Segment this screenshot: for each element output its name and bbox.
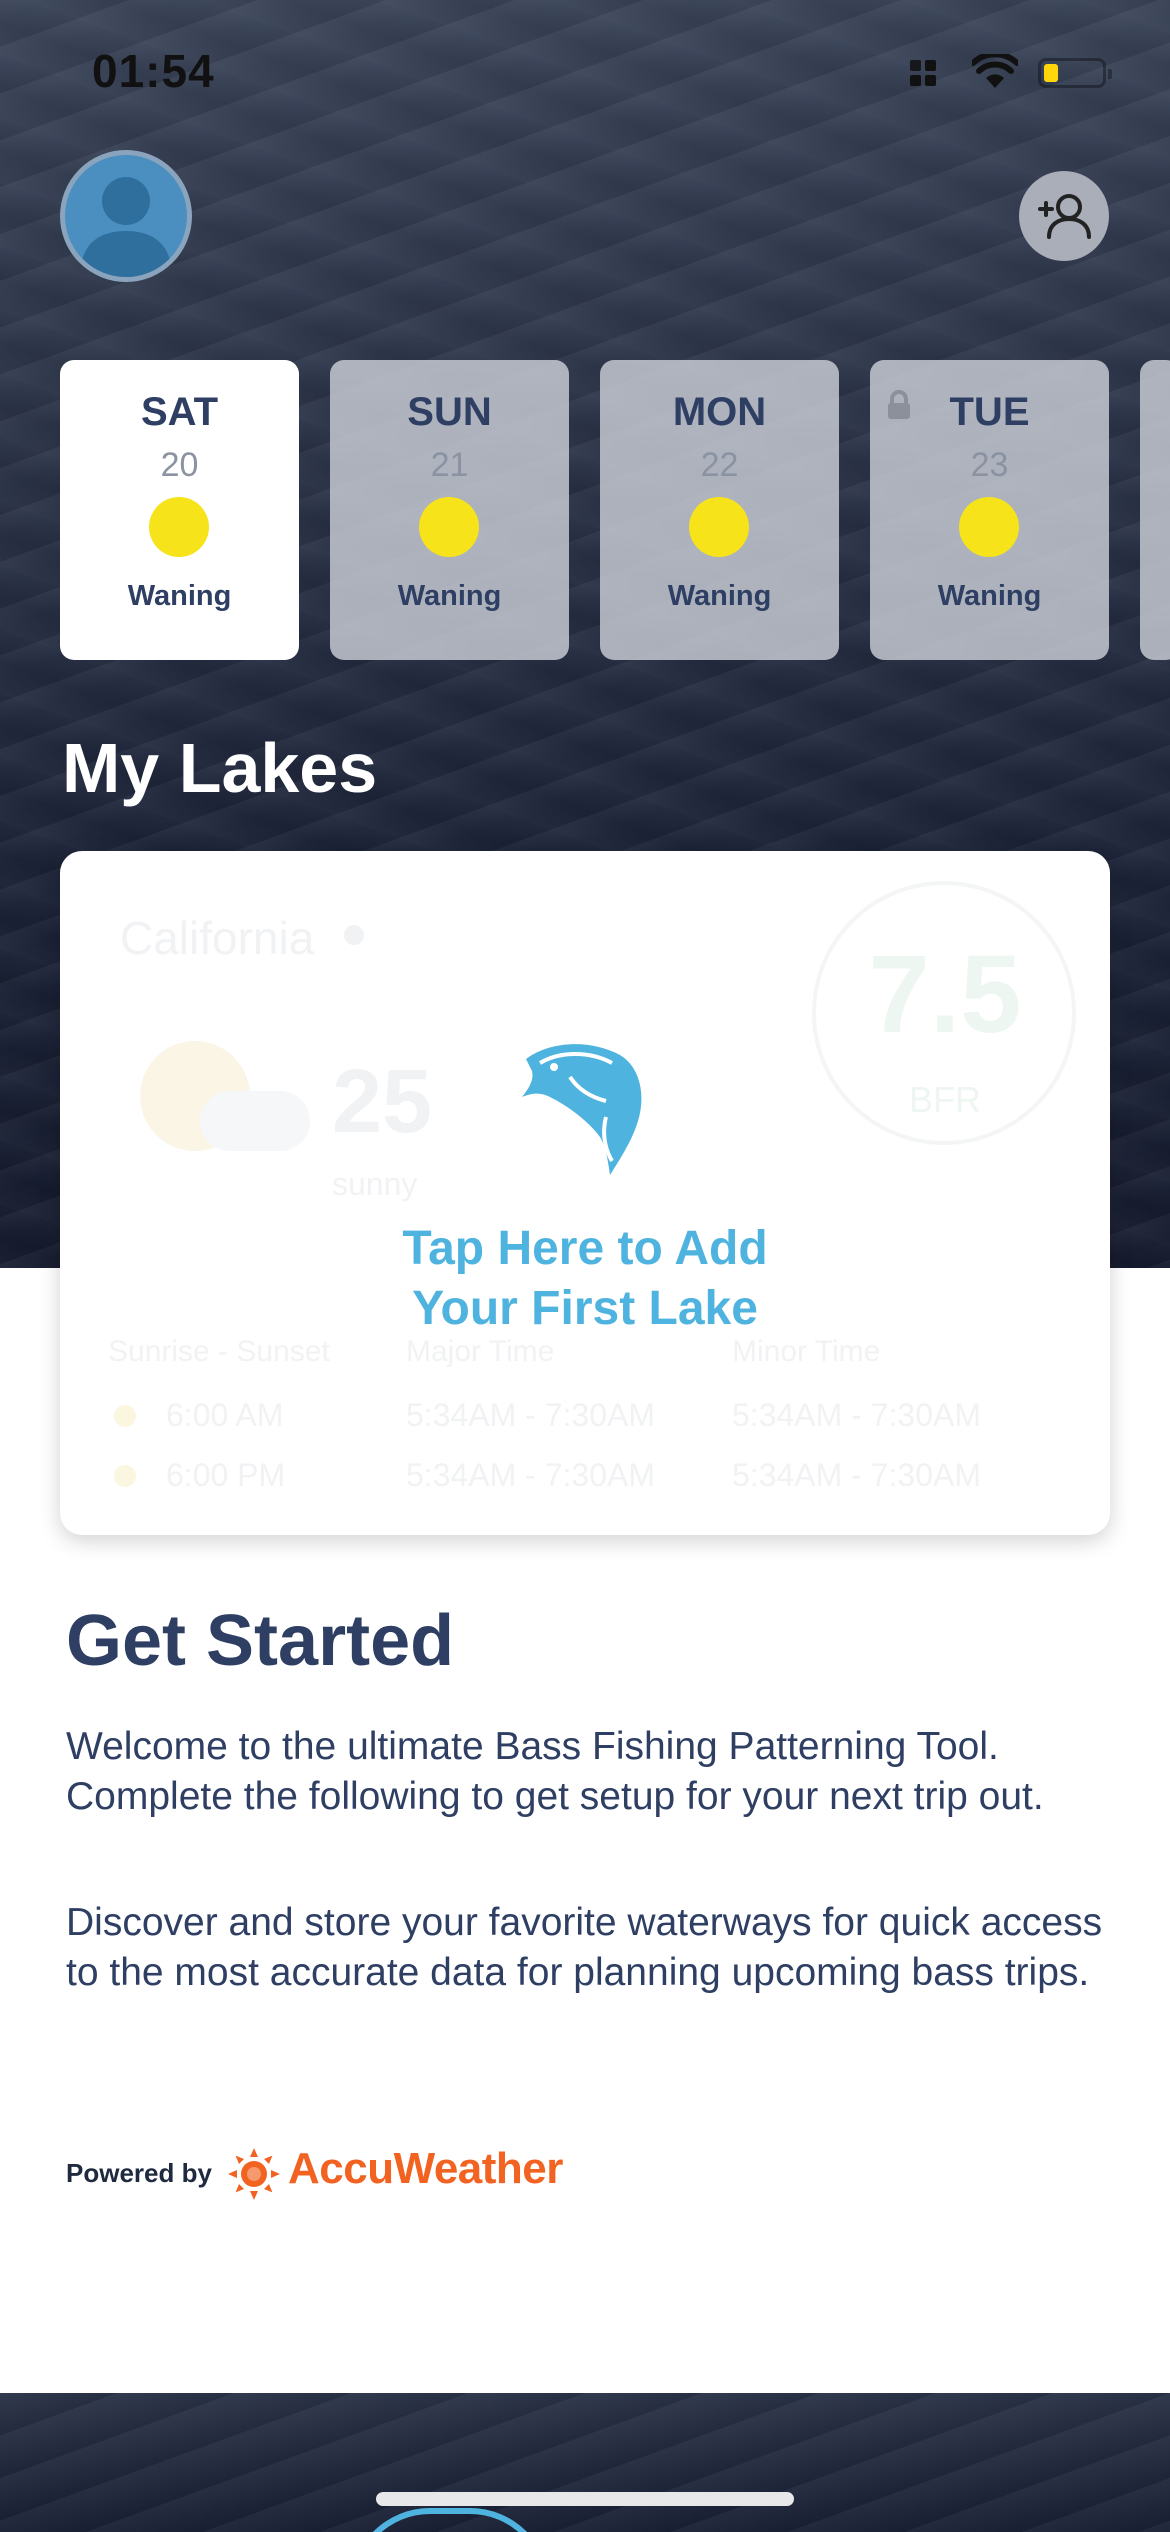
sunset-time: 6:00 PM: [166, 1457, 286, 1493]
day-card-tue[interactable]: TUE 23 Waning: [870, 360, 1109, 660]
sunrise-icon: [114, 1405, 136, 1427]
day-name: SUN: [407, 390, 492, 434]
get-started-paragraph-2: Discover and store your favorite waterwa…: [66, 1901, 1103, 1994]
add-lake-cta[interactable]: Tap Here to Add Your First Lake: [60, 1219, 1110, 1339]
status-icons: [910, 52, 1112, 92]
placeholder-temperature: 25: [332, 1052, 433, 1152]
accuweather-logo: AccuWeather: [288, 2144, 563, 2193]
get-started-paragraph-1: Welcome to the ultimate Bass Fishing Pat…: [66, 1725, 1044, 1818]
minor-time: 5:34AM - 7:30AM: [732, 1397, 981, 1433]
day-card-sun[interactable]: SUN 21 Waning: [330, 360, 569, 660]
minor-time: 5:34AM - 7:30AM: [732, 1457, 981, 1493]
add-user-button[interactable]: [1019, 171, 1109, 261]
major-time: 5:34AM - 7:30AM: [406, 1457, 655, 1493]
day-card-next[interactable]: [1140, 360, 1170, 660]
cellular-signal-icon: [910, 60, 938, 88]
header-minor-time: Minor Time: [732, 1335, 881, 1368]
moon-phase-icon: [689, 497, 749, 557]
moon-phase-icon: [959, 497, 1019, 557]
wifi-icon: [972, 54, 1018, 88]
moon-phase-icon: [149, 497, 209, 557]
sunrise-time: 6:00 AM: [166, 1397, 284, 1433]
day-number: 21: [430, 446, 469, 484]
header-major-time: Major Time: [406, 1335, 555, 1368]
placeholder-location: California: [120, 912, 315, 964]
day-card-sat[interactable]: SAT 20 Waning: [60, 360, 299, 660]
cloud-icon: [200, 1091, 310, 1151]
my-lakes-title: My Lakes: [62, 729, 378, 807]
major-time: 5:34AM - 7:30AM: [406, 1397, 655, 1433]
add-first-lake-card[interactable]: California 25 sunny 7.5 BFR Sunrise - Su…: [60, 851, 1110, 1535]
tab-bar-background: [0, 2393, 1170, 2532]
get-started-title: Get Started: [66, 1601, 455, 1681]
moon-phase-icon: [419, 497, 479, 557]
sunset-icon: [114, 1465, 136, 1487]
cta-line-2: Your First Lake: [412, 1282, 758, 1335]
moon-phase-label: Waning: [397, 580, 502, 612]
cta-line-1: Tap Here to Add: [402, 1222, 768, 1275]
location-pin-icon: [344, 925, 364, 945]
day-selector: SAT 20 Waning SUN 21 Waning MON 22 Wanin…: [60, 360, 1170, 660]
day-card-mon[interactable]: MON 22 Waning: [600, 360, 839, 660]
day-number: 22: [700, 446, 739, 484]
person-silhouette-icon: [80, 177, 172, 277]
home-indicator[interactable]: [376, 2492, 794, 2506]
day-name: MON: [672, 390, 767, 434]
day-number: 20: [160, 446, 199, 484]
status-time: 01:54: [92, 45, 215, 97]
add-user-icon: [1038, 194, 1091, 239]
moon-phase-label: Waning: [667, 580, 772, 612]
moon-phase-label: Waning: [937, 580, 1042, 612]
placeholder-score-unit: BFR: [909, 1079, 981, 1120]
header-sunrise-sunset: Sunrise - Sunset: [108, 1335, 330, 1368]
placeholder-score: 7.5: [868, 933, 1022, 1056]
day-name: TUE: [949, 390, 1030, 434]
bass-fish-icon: [522, 1044, 642, 1175]
day-number: 23: [970, 446, 1009, 484]
battery-icon: [1038, 58, 1112, 88]
placeholder-condition: sunny: [332, 1166, 418, 1202]
day-name: SAT: [140, 390, 219, 434]
profile-avatar[interactable]: [60, 150, 192, 282]
accuweather-sun-icon: [228, 2148, 280, 2200]
moon-phase-label: Waning: [127, 580, 232, 612]
powered-by-label: Powered by: [66, 2158, 212, 2188]
